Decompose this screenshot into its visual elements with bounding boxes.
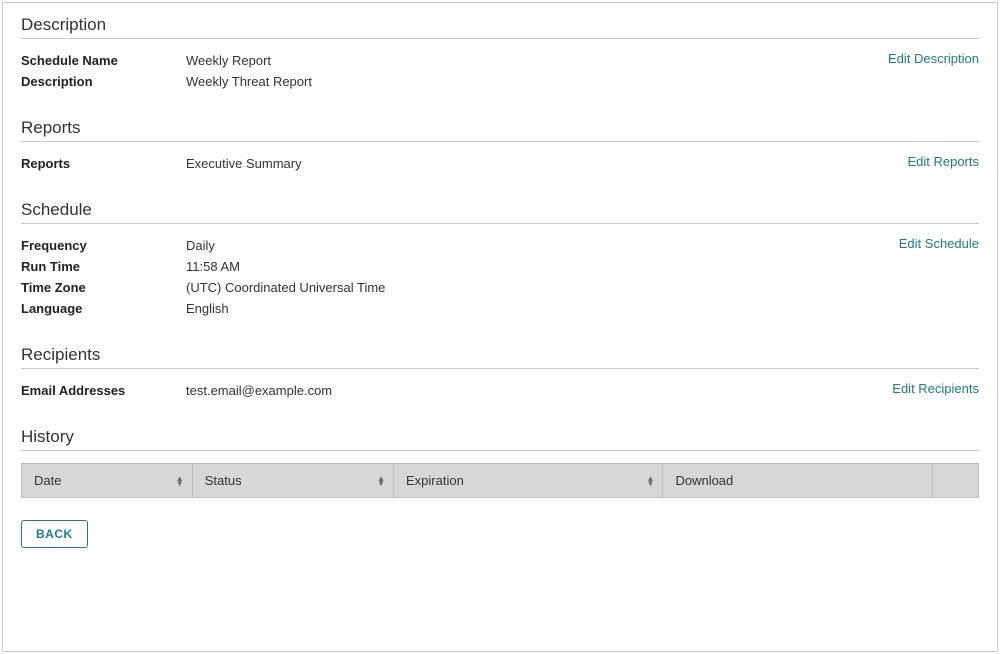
history-col-status[interactable]: Status ▲▼ [192, 464, 393, 498]
history-col-date-label: Date [34, 473, 61, 488]
schedule-name-row: Schedule Name Weekly Report [21, 51, 979, 71]
edit-schedule-link[interactable]: Edit Schedule [899, 236, 979, 251]
history-col-actions [933, 464, 979, 498]
back-button[interactable]: BACK [21, 520, 88, 548]
description-body: Edit Description Schedule Name Weekly Re… [21, 51, 979, 92]
history-table: Date ▲▼ Status ▲▼ Expiration ▲▼ Download [21, 463, 979, 498]
reports-row: Reports Executive Summary [21, 154, 979, 174]
recipients-header: Recipients [21, 345, 979, 369]
history-col-download-label: Download [675, 473, 733, 488]
history-col-expiration-label: Expiration [406, 473, 464, 488]
history-header: History [21, 427, 979, 451]
language-label: Language [21, 299, 186, 319]
history-col-date[interactable]: Date ▲▼ [22, 464, 193, 498]
recipients-section: Recipients Edit Recipients Email Address… [21, 345, 979, 401]
frequency-value: Daily [186, 236, 215, 256]
edit-recipients-link[interactable]: Edit Recipients [892, 381, 979, 396]
reports-header: Reports [21, 118, 979, 142]
language-row: Language English [21, 299, 979, 319]
sort-icon: ▲▼ [176, 476, 184, 486]
sort-icon: ▲▼ [377, 476, 385, 486]
frequency-row: Frequency Daily [21, 236, 979, 256]
schedule-body: Edit Schedule Frequency Daily Run Time 1… [21, 236, 979, 319]
schedule-detail-panel: Description Edit Description Schedule Na… [2, 2, 998, 652]
reports-body: Edit Reports Reports Executive Summary [21, 154, 979, 174]
runtime-row: Run Time 11:58 AM [21, 257, 979, 277]
edit-reports-link[interactable]: Edit Reports [907, 154, 979, 169]
description-row: Description Weekly Threat Report [21, 72, 979, 92]
reports-section: Reports Edit Reports Reports Executive S… [21, 118, 979, 174]
recipients-body: Edit Recipients Email Addresses test.ema… [21, 381, 979, 401]
history-col-download[interactable]: Download [663, 464, 933, 498]
runtime-value: 11:58 AM [186, 257, 240, 277]
description-section: Description Edit Description Schedule Na… [21, 15, 979, 92]
history-col-status-label: Status [205, 473, 242, 488]
emails-label: Email Addresses [21, 381, 186, 401]
history-col-expiration[interactable]: Expiration ▲▼ [394, 464, 663, 498]
description-label: Description [21, 72, 186, 92]
frequency-label: Frequency [21, 236, 186, 256]
schedule-header: Schedule [21, 200, 979, 224]
emails-value: test.email@example.com [186, 381, 332, 401]
description-value: Weekly Threat Report [186, 72, 312, 92]
history-section: History Date ▲▼ Status ▲▼ Expiration ▲▼ [21, 427, 979, 548]
reports-label: Reports [21, 154, 186, 174]
runtime-label: Run Time [21, 257, 186, 277]
timezone-value: (UTC) Coordinated Universal Time [186, 278, 385, 298]
edit-description-link[interactable]: Edit Description [888, 51, 979, 66]
description-header: Description [21, 15, 979, 39]
timezone-row: Time Zone (UTC) Coordinated Universal Ti… [21, 278, 979, 298]
schedule-name-label: Schedule Name [21, 51, 186, 71]
sort-icon: ▲▼ [647, 476, 655, 486]
schedule-name-value: Weekly Report [186, 51, 271, 71]
timezone-label: Time Zone [21, 278, 186, 298]
emails-row: Email Addresses test.email@example.com [21, 381, 979, 401]
schedule-section: Schedule Edit Schedule Frequency Daily R… [21, 200, 979, 319]
language-value: English [186, 299, 229, 319]
reports-value: Executive Summary [186, 154, 302, 174]
